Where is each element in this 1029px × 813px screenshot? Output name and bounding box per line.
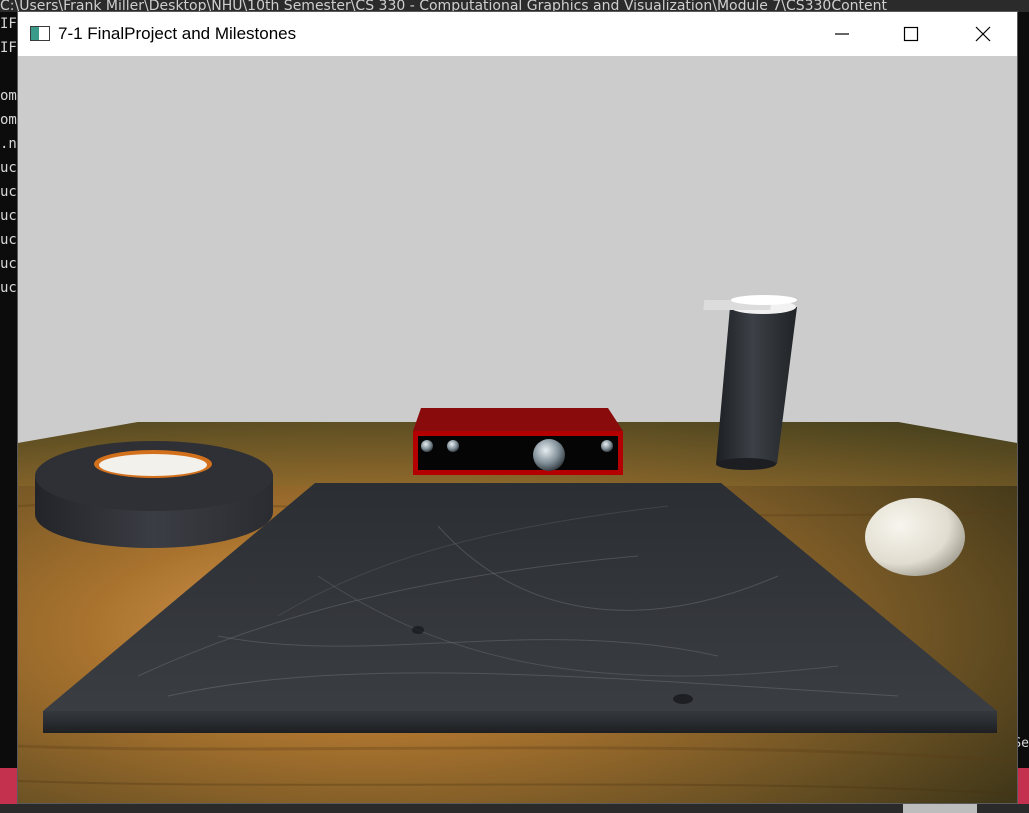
knob-icon bbox=[421, 440, 433, 452]
console-line: IFO bbox=[0, 16, 18, 32]
console-title-bar: C:\Users\Frank Miller\Desktop\NHU\10th S… bbox=[0, 0, 1029, 12]
maximize-icon bbox=[903, 26, 919, 42]
opengl-window[interactable]: 7-1 FinalProject and Milestones bbox=[18, 12, 1017, 803]
window-titlebar[interactable]: 7-1 FinalProject and Milestones bbox=[18, 12, 1017, 56]
knob-icon bbox=[601, 440, 613, 452]
console-line: ucc bbox=[0, 208, 18, 224]
console-line: .nl bbox=[0, 136, 18, 152]
minimize-icon bbox=[835, 33, 849, 35]
ball bbox=[865, 498, 965, 576]
console-line: ucc bbox=[0, 160, 18, 176]
audio-interface bbox=[413, 408, 623, 475]
console-line: ucc bbox=[0, 184, 18, 200]
minimize-button[interactable] bbox=[819, 12, 865, 56]
scene-canvas bbox=[18, 56, 1017, 803]
background-scrollbar[interactable] bbox=[0, 804, 1029, 813]
console-text-lines: IFO IFO omp omp .nl ucc ucc ucc ucc ucc … bbox=[0, 12, 18, 300]
close-button[interactable] bbox=[960, 12, 1006, 56]
console-line: ucc bbox=[0, 232, 18, 248]
maximize-button[interactable] bbox=[888, 12, 934, 56]
tape-roll bbox=[35, 441, 273, 548]
app-window-icon bbox=[30, 26, 50, 41]
console-line: omp bbox=[0, 88, 18, 104]
console-line: IFO bbox=[0, 40, 18, 56]
console-line: omp bbox=[0, 112, 18, 128]
render-viewport[interactable] bbox=[18, 56, 1017, 803]
console-line: ucc bbox=[0, 256, 18, 272]
window-title: 7-1 FinalProject and Milestones bbox=[58, 24, 297, 43]
knob-icon bbox=[447, 440, 459, 452]
background-scrollbar-thumb[interactable] bbox=[903, 804, 977, 813]
main-knob-icon bbox=[533, 439, 565, 471]
console-line: ucc bbox=[0, 280, 18, 296]
close-icon bbox=[975, 26, 991, 42]
